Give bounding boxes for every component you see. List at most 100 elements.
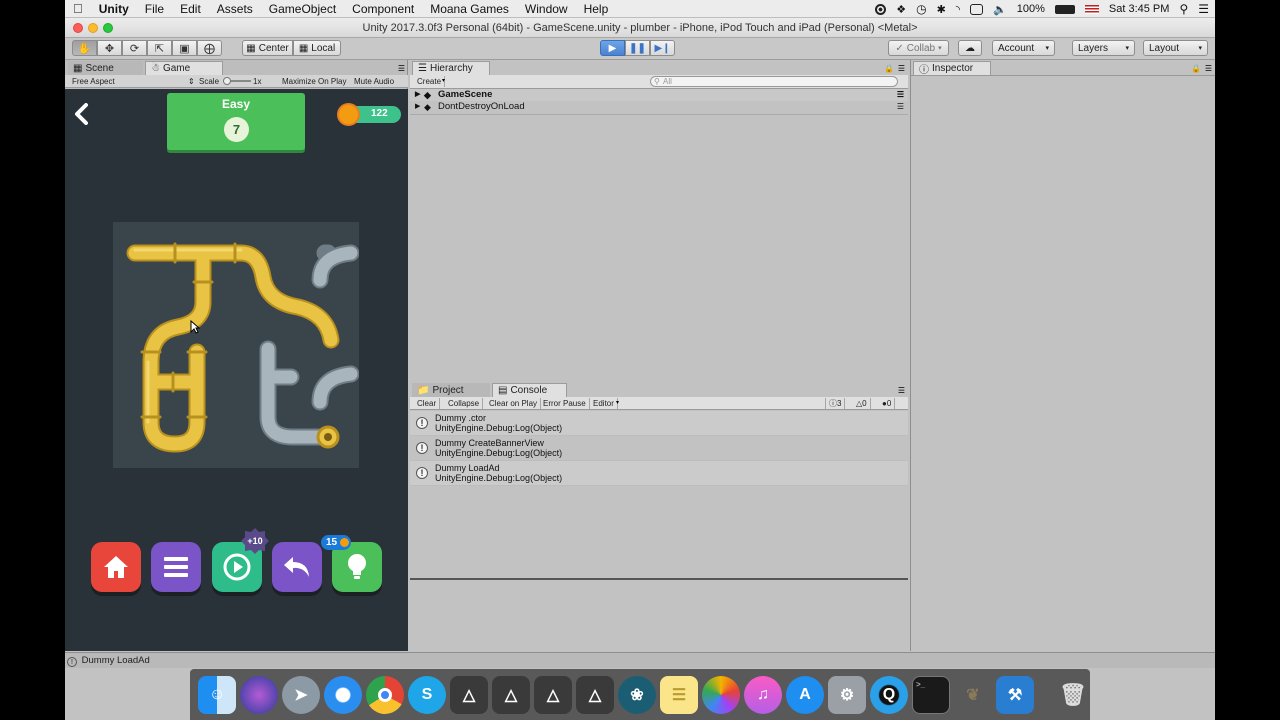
clear-button[interactable]: Clear xyxy=(414,398,441,409)
scene-menu-icon[interactable]: ☰ xyxy=(897,89,904,101)
unity-icon[interactable]: △ xyxy=(576,675,614,714)
console-entry[interactable]: ! Dummy CreateBannerView UnityEngine.Deb… xyxy=(410,436,908,461)
cloud-button[interactable]: ☁ xyxy=(958,40,982,56)
inspector-lock-icon[interactable]: 🔒 xyxy=(1191,64,1201,73)
undo-button[interactable] xyxy=(272,542,322,592)
collab-button[interactable]: ✓ Collab ▾ xyxy=(888,40,949,56)
siri-icon[interactable] xyxy=(240,675,278,714)
aspect-dropdown[interactable]: Free Aspect xyxy=(72,77,115,86)
unity-icon[interactable]: △ xyxy=(534,675,572,714)
error-filter-toggle[interactable]: ●0 xyxy=(879,398,896,409)
maximize-on-play-toggle[interactable]: Maximize On Play xyxy=(282,77,346,86)
rotate-tool-icon[interactable]: ⟳ xyxy=(122,40,147,56)
menu-assets[interactable]: Assets xyxy=(209,2,261,16)
notification-center-icon[interactable]: ☰ xyxy=(1198,2,1209,16)
time-machine-icon[interactable]: ◷ xyxy=(916,2,926,16)
home-button[interactable] xyxy=(91,542,141,592)
collapse-button[interactable]: Collapse xyxy=(445,398,484,409)
menu-button[interactable] xyxy=(151,542,201,592)
tab-console[interactable]: ▤ Console xyxy=(492,383,567,397)
tab-scene[interactable]: ▦ Scene xyxy=(68,61,143,75)
gimp-icon[interactable]: ❦ xyxy=(954,676,992,714)
flag-icon[interactable] xyxy=(1084,4,1099,14)
play-button[interactable]: ▶ xyxy=(600,40,625,56)
trash-icon[interactable]: 🗑 xyxy=(1054,676,1092,714)
inspector-menu-icon[interactable]: ☰ xyxy=(1205,64,1212,73)
menu-component[interactable]: Component xyxy=(344,2,422,16)
dropbox-icon[interactable]: ❖ xyxy=(896,3,906,16)
app-menu[interactable]: Unity xyxy=(91,2,137,16)
battery-percent[interactable]: 100% xyxy=(1017,3,1045,15)
hierarchy-lock-icon[interactable]: 🔒 xyxy=(884,64,894,73)
bluetooth-icon[interactable]: ✱ xyxy=(937,3,946,16)
warning-filter-toggle[interactable]: △0 xyxy=(853,398,871,409)
hierarchy-search-input[interactable]: ⚲ All xyxy=(650,76,898,87)
unity-icon[interactable]: △ xyxy=(492,675,530,714)
panel-menu-icon[interactable]: ☰ xyxy=(398,64,405,73)
unity-icon[interactable]: △ xyxy=(450,675,488,714)
layers-button[interactable]: Layers ▾ xyxy=(1072,40,1135,56)
pivot-local-button[interactable]: ▦ Local xyxy=(293,40,341,56)
console-splitter[interactable] xyxy=(410,578,908,580)
volume-icon[interactable]: 🔈 xyxy=(993,3,1007,16)
back-arrow-icon[interactable] xyxy=(73,103,91,125)
pipe-puzzle-board[interactable] xyxy=(113,222,360,468)
layout-button[interactable]: Layout ▾ xyxy=(1143,40,1208,56)
itunes-icon[interactable]: ♫ xyxy=(744,675,782,714)
mute-audio-toggle[interactable]: Mute Audio xyxy=(354,77,394,86)
scale-tool-icon[interactable]: ⇱ xyxy=(147,40,172,56)
menu-file[interactable]: File xyxy=(137,2,172,16)
finder-icon[interactable]: ☺ xyxy=(198,675,236,714)
system-preferences-icon[interactable]: ⚙ xyxy=(828,675,866,714)
appstore-icon[interactable]: A xyxy=(786,675,824,714)
menu-gameobject[interactable]: GameObject xyxy=(261,2,344,16)
expand-arrow-icon[interactable]: ▶ xyxy=(415,101,420,113)
hand-tool-icon[interactable]: ✋ xyxy=(72,40,97,56)
wifi-icon[interactable]: ◝ xyxy=(956,3,960,16)
spotlight-icon[interactable]: ⚲ xyxy=(1179,2,1188,16)
clear-on-play-button[interactable]: Clear on Play xyxy=(486,398,542,409)
minimize-window-icon[interactable] xyxy=(88,23,98,33)
hierarchy-item-gamescene[interactable]: ▶ ◆ GameScene ☰ xyxy=(410,89,908,101)
record-icon[interactable] xyxy=(875,3,887,15)
notes-icon[interactable]: ☰ xyxy=(660,675,698,714)
terminal-icon[interactable]: >_ xyxy=(912,675,950,714)
hierarchy-item-dontdestroyonload[interactable]: ▶ ◆ DontDestroyOnLoad ☰ xyxy=(410,101,908,113)
tab-project[interactable]: 📁 Project xyxy=(412,383,490,397)
tab-game[interactable]: ☃ Game xyxy=(145,61,223,75)
battery-icon[interactable] xyxy=(1054,4,1075,14)
menu-help[interactable]: Help xyxy=(576,2,617,16)
pivot-center-button[interactable]: ▦ Center xyxy=(242,40,293,56)
status-bar[interactable]: ! Dummy LoadAd xyxy=(65,652,1215,668)
scale-slider-handle[interactable] xyxy=(223,77,231,85)
error-pause-button[interactable]: Error Pause xyxy=(540,398,590,409)
editor-dropdown[interactable]: Editor xyxy=(590,398,618,409)
create-dropdown[interactable]: Create xyxy=(414,76,446,87)
console-entry[interactable]: ! Dummy .ctor UnityEngine.Debug:Log(Obje… xyxy=(410,411,908,436)
menu-clock[interactable]: Sat 3:45 PM xyxy=(1109,3,1170,15)
move-tool-icon[interactable]: ✥ xyxy=(97,40,122,56)
photos-icon[interactable] xyxy=(702,675,740,714)
log-filter-toggle[interactable]: ⓘ3 xyxy=(825,398,846,409)
scene-menu-icon[interactable]: ☰ xyxy=(897,101,904,113)
rect-tool-icon[interactable]: ▣ xyxy=(172,40,197,56)
menu-edit[interactable]: Edit xyxy=(172,2,209,16)
chrome-icon[interactable] xyxy=(366,675,404,714)
expand-arrow-icon[interactable]: ▶ xyxy=(415,89,420,101)
transform-tool-icon[interactable]: ⨁ xyxy=(197,40,222,56)
console-menu-icon[interactable]: ☰ xyxy=(898,386,905,395)
coin-counter[interactable]: 122 xyxy=(337,103,401,126)
sourcetree-icon[interactable]: ❀ xyxy=(618,675,656,714)
safari-icon[interactable]: ✦ xyxy=(324,675,362,714)
airplay-icon[interactable] xyxy=(970,3,984,15)
pause-button[interactable]: ❚❚ xyxy=(625,40,650,56)
quicktime-icon[interactable]: Q xyxy=(870,675,908,714)
step-button[interactable]: ▶❙ xyxy=(650,40,675,56)
xcode-icon[interactable]: ⚒ xyxy=(996,675,1034,714)
apple-menu-icon[interactable]:  xyxy=(65,1,91,16)
tab-inspector[interactable]: ⓘ Inspector xyxy=(913,61,991,76)
menu-window[interactable]: Window xyxy=(517,2,576,16)
tab-hierarchy[interactable]: ☰ Hierarchy xyxy=(412,61,490,75)
launchpad-icon[interactable]: ➤ xyxy=(282,675,320,714)
menu-moana-games[interactable]: Moana Games xyxy=(422,2,517,16)
